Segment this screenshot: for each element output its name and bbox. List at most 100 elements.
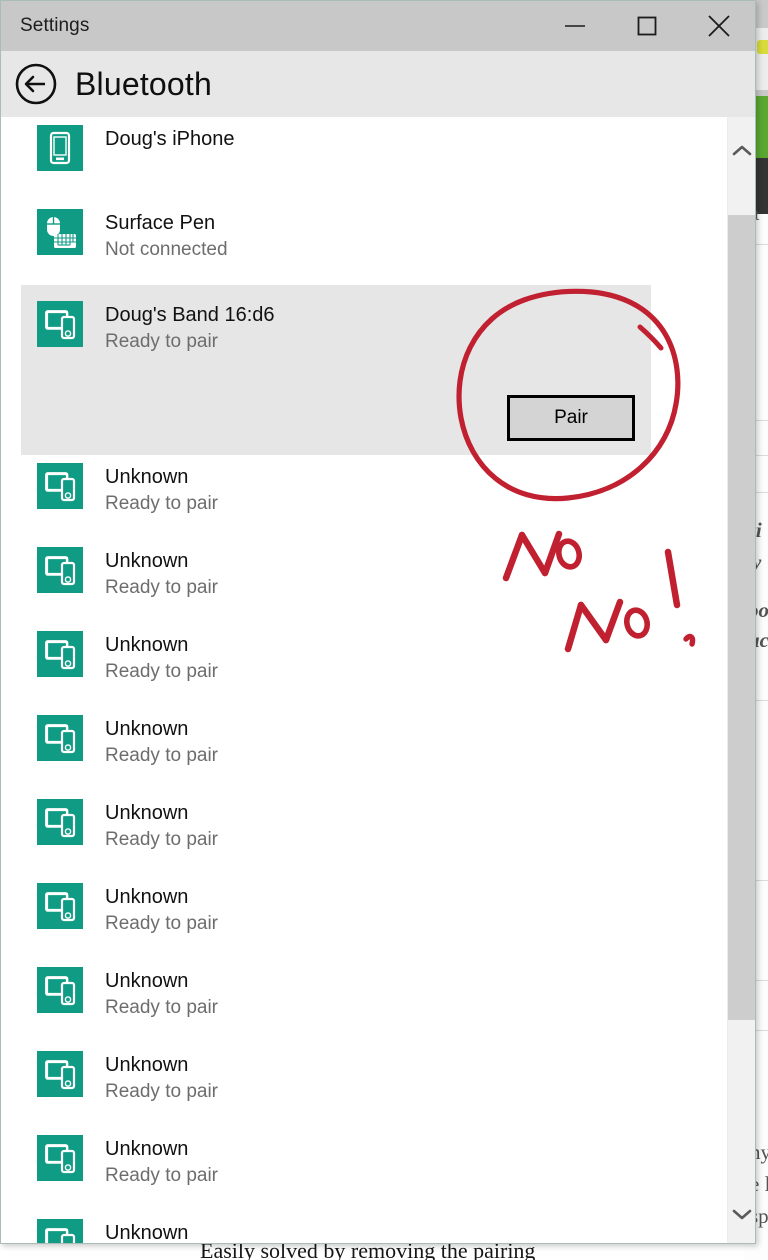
device-row[interactable]: Unknown Ready to pair [1,455,727,539]
mouse-keyboard-icon [37,209,83,255]
device-status: Not connected [105,239,228,260]
device-name: Unknown [105,1054,189,1076]
devices-icon [37,1135,83,1181]
device-row[interactable]: Unknown Ready to pair [1,791,727,875]
devices-icon [37,301,83,347]
devices-icon [45,1144,76,1174]
device-row[interactable]: Surface Pen Not connected [1,201,727,285]
window-title: Settings [20,15,90,36]
chevron-up-icon [732,145,752,155]
device-status: Ready to pair [105,829,219,850]
device-status: Ready to pair [105,493,219,514]
device-row[interactable]: Unknown Ready to pair [1,707,727,791]
device-status: Ready to pair [105,745,219,766]
device-name: Surface Pen [105,212,216,234]
devices-icon [45,892,76,922]
scroll-down-button[interactable] [728,1199,755,1229]
settings-window: Settings Bluetooth Doug's iPhone Surface… [0,0,756,1244]
close-icon [708,15,730,37]
devices-icon [45,310,76,340]
device-text: Unknown [105,1219,188,1243]
devices-icon [45,640,76,670]
back-button[interactable] [13,61,59,107]
device-name: Unknown [105,802,189,824]
device-status: Ready to pair [105,1081,219,1102]
devices-icon [37,883,83,929]
device-row[interactable]: Unknown Ready to pair [1,1043,727,1127]
device-status: Ready to pair [105,331,219,352]
devices-icon [45,808,76,838]
device-text: Doug's Band 16:d6 Ready to pair [105,301,275,355]
minimize-icon [565,25,585,27]
device-row[interactable]: Unknown Ready to pair [1,1127,727,1211]
device-status: Ready to pair [105,997,219,1018]
devices-icon [45,556,76,586]
device-row[interactable]: Unknown Ready to pair [1,875,727,959]
phone-icon [37,125,83,171]
device-text: Unknown Ready to pair [105,799,218,853]
device-text: Unknown Ready to pair [105,547,218,601]
device-text: Unknown Ready to pair [105,883,218,937]
device-text: Unknown Ready to pair [105,631,218,685]
device-list: Doug's iPhone Surface Pen Not connected Dou… [1,117,727,1243]
window-controls [539,1,755,51]
device-list-area: Doug's iPhone Surface Pen Not connected Dou… [1,117,755,1243]
device-row[interactable]: Unknown Ready to pair [1,623,727,707]
device-name: Doug's Band 16:d6 [105,304,275,326]
page-title: Bluetooth [75,65,213,102]
device-text: Unknown Ready to pair [105,1135,218,1189]
devices-icon [37,715,83,761]
device-text: Unknown Ready to pair [105,967,218,1021]
device-name: Unknown [105,718,189,740]
device-name: Unknown [105,970,189,992]
devices-icon [37,547,83,593]
pair-button[interactable]: Pair [507,395,635,441]
devices-icon [45,724,76,754]
scrollbar-thumb[interactable] [728,215,755,1020]
devices-icon [37,967,83,1013]
devices-icon [45,472,76,502]
device-row-selected[interactable]: Doug's Band 16:d6 Ready to pair Pair [21,285,651,455]
device-status: Ready to pair [105,577,219,598]
device-text: Surface Pen Not connected [105,209,228,263]
device-row[interactable]: Unknown [1,1211,727,1243]
device-name: Unknown [105,886,189,908]
device-status: Ready to pair [105,913,219,934]
devices-icon [37,463,83,509]
back-arrow-icon [15,63,57,105]
mouse-keyboard-icon [47,217,76,248]
devices-icon [45,1060,76,1090]
title-bar: Settings [1,1,755,51]
close-button[interactable] [683,1,755,51]
devices-icon [37,1219,83,1243]
devices-icon [37,631,83,677]
devices-icon [37,799,83,845]
device-text: Unknown Ready to pair [105,463,218,517]
device-row[interactable]: Unknown Ready to pair [1,539,727,623]
device-status: Ready to pair [105,1165,219,1186]
device-text: Doug's iPhone [105,125,234,153]
device-name: Unknown [105,550,189,572]
device-row[interactable]: Doug's iPhone [1,117,727,201]
maximize-button[interactable] [611,1,683,51]
device-row[interactable]: Unknown Ready to pair [1,959,727,1043]
favicon-icon [757,40,768,54]
device-name: Doug's iPhone [105,128,235,150]
device-name: Unknown [105,1222,189,1243]
device-text: Unknown Ready to pair [105,715,218,769]
phone-icon [49,131,71,165]
devices-icon [45,1228,76,1243]
devices-icon [37,1051,83,1097]
device-name: Unknown [105,634,189,656]
devices-icon [45,976,76,1006]
device-name: Unknown [105,1138,189,1160]
chevron-down-icon [732,1209,752,1219]
maximize-icon [637,16,657,36]
page-header: Bluetooth [1,51,755,117]
minimize-button[interactable] [539,1,611,51]
device-name: Unknown [105,466,189,488]
scroll-up-button[interactable] [728,135,755,165]
vertical-scrollbar[interactable] [727,117,755,1243]
screen: st ti y oo uc ny e l sp Easily solved by… [0,0,768,1260]
device-status: Ready to pair [105,661,219,682]
